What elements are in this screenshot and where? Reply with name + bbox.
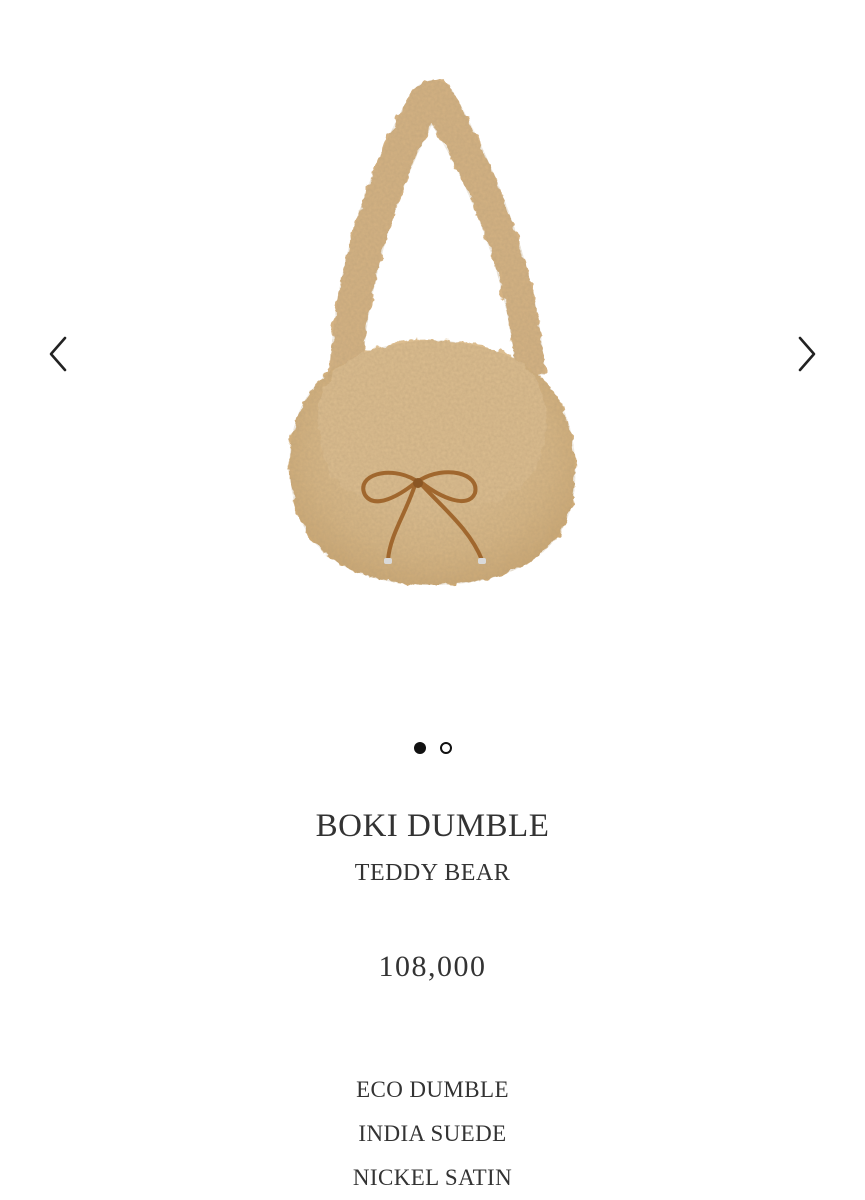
chevron-left-icon: [49, 336, 67, 372]
product-photo: [289, 79, 576, 585]
material-item: NICKEL SATIN: [352, 1165, 513, 1190]
previous-image-button[interactable]: [38, 330, 78, 378]
next-image-button[interactable]: [787, 330, 827, 378]
carousel-dot-2[interactable]: [439, 742, 452, 754]
material-item: INDIA SUEDE: [358, 1121, 507, 1146]
chevron-right-icon: [798, 336, 816, 372]
material-list: ECO DUMBLE INDIA SUEDE NICKEL SATIN: [0, 1068, 865, 1200]
product-variant: TEDDY BEAR: [354, 860, 511, 886]
carousel-pagination: [0, 742, 865, 754]
carousel-dot-1[interactable]: [413, 742, 426, 754]
material-item: ECO DUMBLE: [356, 1077, 509, 1102]
product-name: BOKI DUMBLE: [315, 808, 550, 844]
product-price: 108,000: [378, 950, 487, 983]
product-image-carousel[interactable]: [0, 0, 865, 720]
